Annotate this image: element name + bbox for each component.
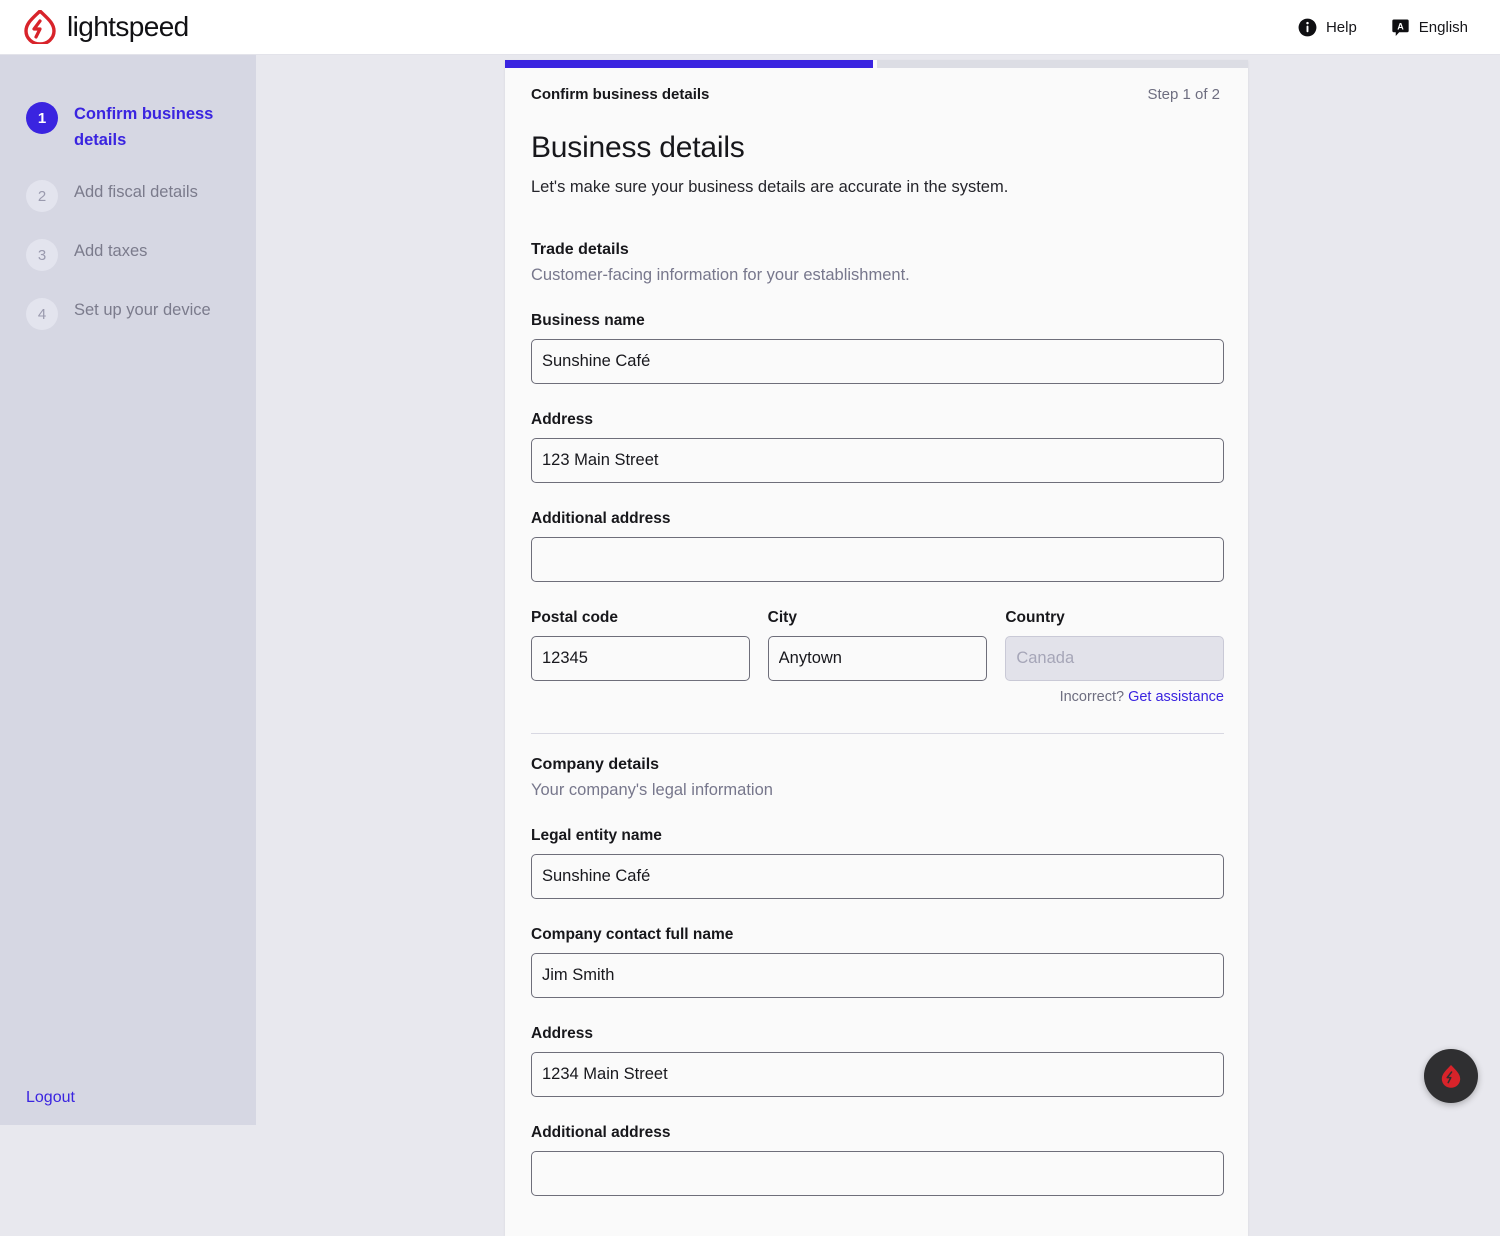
sidebar-step-4[interactable]: 4 Set up your device: [0, 297, 256, 330]
step-1-label: Confirm business details: [74, 101, 224, 153]
lightspeed-flame-icon: [1440, 1064, 1462, 1088]
country-field: Country Incorrect? Get assistance: [1005, 609, 1224, 705]
business-name-input[interactable]: [531, 339, 1224, 384]
company-details-subtitle: Your company's legal information: [531, 781, 1224, 800]
progress-bar-fill: [505, 60, 877, 68]
top-bar-actions: Help A English: [1298, 18, 1500, 37]
trade-additional-address-field: Additional address: [531, 510, 1224, 582]
trade-details-subtitle: Customer-facing information for your est…: [531, 266, 1224, 285]
country-input: [1005, 636, 1224, 681]
step-2-label: Add fiscal details: [74, 179, 198, 205]
translate-icon: A: [1391, 18, 1410, 37]
company-contact-name-input[interactable]: [531, 953, 1224, 998]
postal-code-label: Postal code: [531, 609, 618, 626]
sidebar-step-1[interactable]: 1 Confirm business details: [0, 101, 256, 153]
page-subtitle: Let's make sure your business details ar…: [531, 178, 1224, 197]
trade-additional-address-input[interactable]: [531, 537, 1224, 582]
country-label: Country: [1005, 609, 1064, 626]
postal-code-field: Postal code: [531, 609, 750, 705]
support-fab-button[interactable]: [1424, 1049, 1478, 1103]
card-body: Business details Let's make sure your bu…: [505, 103, 1248, 1236]
trade-address-input[interactable]: [531, 438, 1224, 483]
lightspeed-flame-icon: [24, 10, 56, 44]
company-additional-address-input[interactable]: [531, 1151, 1224, 1196]
step-3-badge: 3: [26, 239, 58, 271]
company-details-section: Company details Your company's legal inf…: [531, 756, 1224, 800]
business-name-label: Business name: [531, 312, 645, 329]
company-additional-address-field: Additional address: [531, 1124, 1224, 1196]
language-label: English: [1419, 19, 1468, 36]
company-address-input[interactable]: [531, 1052, 1224, 1097]
card-header: Confirm business details Step 1 of 2: [505, 68, 1248, 103]
trade-details-title: Trade details: [531, 241, 1224, 259]
trade-additional-address-label: Additional address: [531, 510, 671, 527]
country-assistance-prefix: Incorrect?: [1060, 689, 1124, 705]
step-4-label: Set up your device: [74, 297, 211, 323]
logout-link[interactable]: Logout: [26, 1089, 75, 1107]
legal-entity-name-field: Legal entity name: [531, 827, 1224, 899]
step-list: 1 Confirm business details 2 Add fiscal …: [0, 55, 256, 330]
section-divider: [531, 733, 1224, 734]
company-additional-address-label: Additional address: [531, 1124, 671, 1141]
city-label: City: [768, 609, 797, 626]
company-contact-name-label: Company contact full name: [531, 926, 733, 943]
step-2-badge: 2: [26, 180, 58, 212]
trade-details-section: Trade details Customer-facing informatio…: [531, 241, 1224, 285]
company-details-title: Company details: [531, 756, 1224, 774]
company-address-field: Address: [531, 1025, 1224, 1097]
svg-text:A: A: [1397, 21, 1404, 31]
language-selector[interactable]: A English: [1391, 18, 1468, 37]
sidebar: 1 Confirm business details 2 Add fiscal …: [0, 55, 256, 1125]
company-contact-name-field: Company contact full name: [531, 926, 1224, 998]
step-1-badge: 1: [26, 102, 58, 134]
company-address-label: Address: [531, 1025, 593, 1042]
postal-code-input[interactable]: [531, 636, 750, 681]
help-button[interactable]: Help: [1298, 18, 1357, 37]
postal-city-country-row: Postal code City Country Incorrect? Get …: [531, 609, 1224, 705]
page-title: Business details: [531, 131, 1224, 165]
breadcrumb: Confirm business details: [531, 86, 709, 103]
step-3-label: Add taxes: [74, 238, 147, 264]
top-bar: lightspeed Help A English: [0, 0, 1500, 55]
get-assistance-link[interactable]: Get assistance: [1128, 689, 1224, 705]
country-assistance: Incorrect? Get assistance: [1005, 689, 1224, 705]
city-input[interactable]: [768, 636, 988, 681]
brand-wordmark: lightspeed: [67, 11, 189, 43]
help-label: Help: [1326, 19, 1357, 36]
trade-address-label: Address: [531, 411, 593, 428]
trade-address-field: Address: [531, 411, 1224, 483]
business-details-card: Confirm business details Step 1 of 2 Bus…: [505, 60, 1248, 1236]
step-4-badge: 4: [26, 298, 58, 330]
info-icon: [1298, 18, 1317, 37]
legal-entity-name-label: Legal entity name: [531, 827, 662, 844]
sidebar-step-3[interactable]: 3 Add taxes: [0, 238, 256, 271]
brand-logo[interactable]: lightspeed: [0, 10, 189, 44]
business-name-field: Business name: [531, 312, 1224, 384]
sidebar-step-2[interactable]: 2 Add fiscal details: [0, 179, 256, 212]
progress-bar-track: [505, 60, 1248, 68]
legal-entity-name-input[interactable]: [531, 854, 1224, 899]
step-indicator: Step 1 of 2: [1147, 86, 1220, 103]
city-field: City: [768, 609, 988, 705]
